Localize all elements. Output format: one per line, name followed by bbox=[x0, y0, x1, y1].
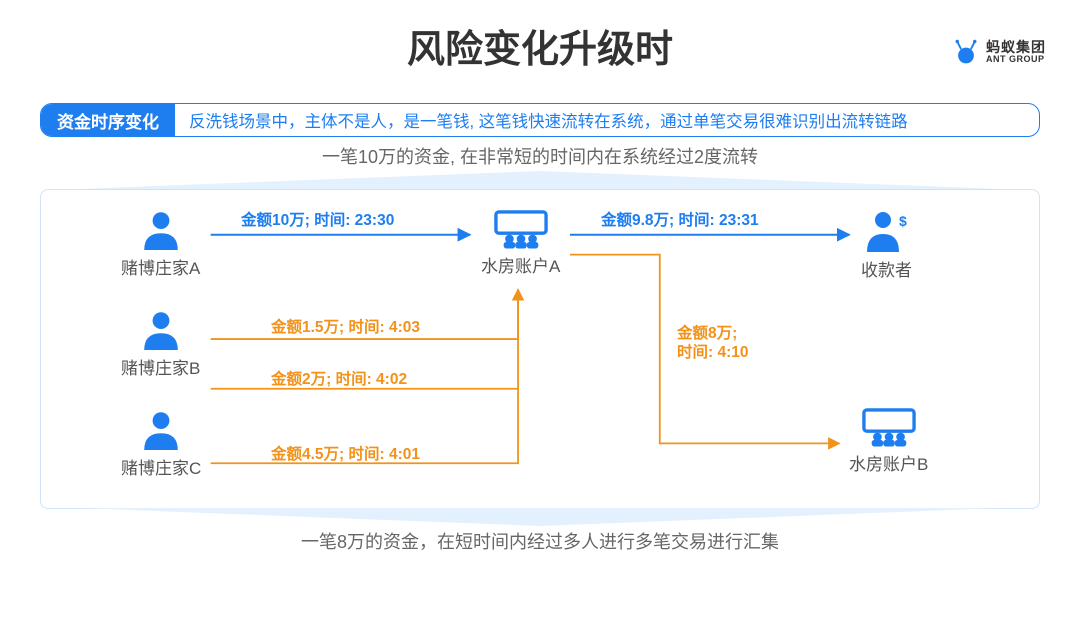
svg-text:$: $ bbox=[899, 213, 907, 229]
edge-label-a-wa: 金额10万; 时间: 23:30 bbox=[241, 208, 394, 230]
funnel-bottom-shape bbox=[80, 508, 1000, 526]
node-label: 水房账户A bbox=[481, 252, 560, 277]
edge-label-a-wa-2: 金额1.5万; 时间: 4:03 bbox=[271, 315, 420, 337]
banner: 资金时序变化 反洗钱场景中，主体不是人，是一笔钱, 这笔钱快速流转在系统，通过单… bbox=[40, 103, 1040, 137]
node-gambler-b: 赌博庄家B bbox=[121, 308, 200, 379]
funnel-top-shape bbox=[80, 171, 1000, 189]
node-receiver: $ 收款者 bbox=[861, 208, 912, 281]
group-icon bbox=[494, 210, 548, 248]
person-icon bbox=[140, 308, 182, 350]
logo: 蚂蚁集团 ANT GROUP bbox=[952, 38, 1046, 66]
caption-bottom: 一笔8万的资金，在短时间内经过多人进行多笔交易进行汇集 bbox=[0, 528, 1080, 554]
edge-label-b-wa: 金额2万; 时间: 4:02 bbox=[271, 367, 407, 389]
payee-icon: $ bbox=[865, 208, 909, 252]
node-gambler-a: 赌博庄家A bbox=[121, 208, 200, 279]
edge-label-wa-rec: 金额9.8万; 时间: 23:31 bbox=[601, 208, 759, 230]
node-waterhouse-a: 水房账户A bbox=[481, 210, 560, 277]
node-label: 水房账户B bbox=[849, 450, 928, 475]
page-title: 风险变化升级时 bbox=[0, 18, 1080, 73]
logo-text-en: ANT GROUP bbox=[986, 55, 1046, 64]
logo-text-cn: 蚂蚁集团 bbox=[986, 40, 1046, 55]
ant-icon bbox=[952, 38, 980, 66]
caption-top: 一笔10万的资金, 在非常短的时间内在系统经过2度流转 bbox=[0, 143, 1080, 169]
banner-body: 反洗钱场景中，主体不是人，是一笔钱, 这笔钱快速流转在系统，通过单笔交易很难识别… bbox=[175, 108, 1039, 132]
node-label: 赌博庄家B bbox=[121, 354, 200, 379]
flow-diagram: 赌博庄家A 赌博庄家B 赌博庄家C 水房账户A $ bbox=[40, 189, 1040, 509]
edge-label-c-wa: 金额4.5万; 时间: 4:01 bbox=[271, 442, 420, 464]
banner-tag: 资金时序变化 bbox=[41, 104, 175, 136]
node-label: 赌博庄家C bbox=[121, 454, 201, 479]
edge-label-wa-wb: 金额8万; 时间: 4:10 bbox=[677, 324, 749, 363]
node-gambler-c: 赌博庄家C bbox=[121, 408, 201, 479]
person-icon bbox=[140, 408, 182, 450]
person-icon bbox=[140, 208, 182, 250]
edge-amount: 金额8万; bbox=[677, 325, 737, 342]
node-label: 赌博庄家A bbox=[121, 254, 200, 279]
node-waterhouse-b: 水房账户B bbox=[849, 408, 928, 475]
group-icon bbox=[862, 408, 916, 446]
node-label: 收款者 bbox=[861, 256, 912, 281]
edge-time: 时间: 4:10 bbox=[677, 344, 749, 361]
